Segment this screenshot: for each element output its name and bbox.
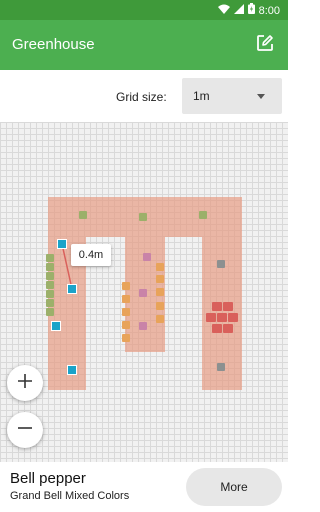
garden-canvas[interactable]: 0.4m <box>0 122 288 462</box>
selected-plant-panel: Bell pepper Grand Bell Mixed Colors More <box>0 462 288 512</box>
plant-name: Bell pepper <box>10 470 86 487</box>
app-bar: Greenhouse <box>0 20 288 70</box>
more-button[interactable]: More <box>186 468 282 506</box>
grid-size-dropdown[interactable]: 1m <box>182 78 282 114</box>
selection-handle[interactable] <box>67 284 77 294</box>
selection-handle[interactable] <box>67 365 77 375</box>
selection-handle[interactable] <box>57 239 67 249</box>
grid-size-value: 1m <box>193 89 210 103</box>
app-title: Greenhouse <box>12 36 95 53</box>
signal-icon <box>233 3 244 18</box>
zoom-out-button[interactable] <box>7 412 43 448</box>
grid-size-bar: Grid size: 1m <box>0 70 288 122</box>
grid-size-label: Grid size: <box>116 90 167 104</box>
status-bar: 8:00 <box>0 0 288 20</box>
wifi-icon <box>217 4 230 18</box>
measure-tooltip: 0.4m <box>71 244 111 266</box>
plus-icon <box>17 373 33 394</box>
selection-handle[interactable] <box>51 321 61 331</box>
edit-button[interactable] <box>254 34 276 56</box>
zoom-in-button[interactable] <box>7 365 43 401</box>
caret-down-icon <box>257 94 265 99</box>
status-indicators: 8:00 <box>217 3 280 18</box>
pencil-square-icon <box>256 34 274 57</box>
measure-line <box>61 243 73 290</box>
plant-variety: Grand Bell Mixed Colors <box>10 490 130 502</box>
battery-icon <box>247 3 255 18</box>
minus-icon <box>17 420 33 441</box>
status-time: 8:00 <box>258 4 280 17</box>
